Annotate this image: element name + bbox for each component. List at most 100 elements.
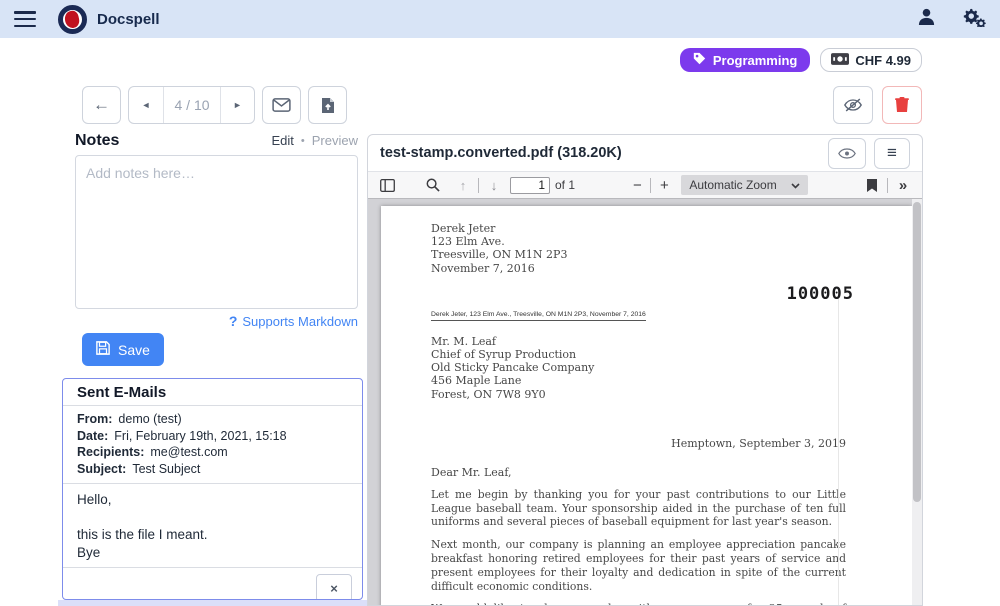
save-notes-button[interactable]: Save (82, 333, 164, 366)
sent-emails-panel: Sent E-Mails From: demo (test) Date: Fri, … (62, 378, 363, 600)
notes-input[interactable] (75, 155, 358, 309)
prev-icon: ◄ (142, 100, 151, 110)
pdfjs-toolbar: ↑ ↓ of 1 − + Automatic Zoom » (368, 172, 922, 199)
eye-icon (838, 147, 856, 160)
letter-paragraph: We would like to place an order with you… (431, 602, 846, 605)
notes-header: Notes Edit • Preview (75, 132, 358, 150)
markdown-hint-label: Supports Markdown (242, 314, 358, 329)
letter-paragraph: Next month, our company is planning an e… (431, 538, 846, 593)
money-icon (831, 53, 849, 68)
hamburger-menu-icon[interactable] (14, 11, 36, 27)
pdf-header: test-stamp.converted.pdf (318.20K) ≡ (368, 135, 922, 172)
notes-preview-tab[interactable]: Preview (312, 133, 358, 148)
pdf-scrollbar-thumb[interactable] (913, 202, 921, 502)
item-tags-row: Programming CHF 4.99 (680, 48, 922, 72)
zoom-level-label: Automatic Zoom (689, 178, 776, 192)
search-icon[interactable] (422, 174, 444, 196)
preview-button[interactable] (828, 138, 866, 169)
send-mail-button[interactable] (262, 86, 301, 124)
stamp-number: 100005 (787, 284, 854, 304)
email-subject-value: Test Subject (132, 462, 200, 476)
toolbar-more-icon[interactable]: » (892, 174, 914, 196)
item-actions (833, 86, 922, 124)
back-button[interactable]: ← (82, 86, 121, 124)
pdf-page: Derek Jeter 123 Elm Ave. Treesville, ON … (381, 206, 912, 605)
menu-lines-icon: ≡ (887, 143, 897, 163)
sidebar-toggle-icon[interactable] (376, 174, 398, 196)
email-body-line: Hello, (77, 491, 348, 509)
pdf-document-area[interactable]: Derek Jeter 123 Elm Ave. Treesville, ON … (368, 199, 922, 605)
letter-return-address-line: Derek Jeter, 123 Elm Ave., Treesville, O… (431, 311, 646, 321)
next-page-icon[interactable]: ↓ (483, 174, 505, 196)
previous-page-icon[interactable]: ↑ (452, 174, 474, 196)
add-file-button[interactable] (308, 86, 347, 124)
email-body-line (77, 509, 348, 527)
next-icon: ► (233, 100, 242, 110)
pdf-filename: test-stamp.converted.pdf (318.20K) (380, 145, 622, 161)
question-mark-icon: ? (229, 313, 238, 329)
back-arrow-icon: ← (93, 95, 110, 115)
next-item-button[interactable]: ► (220, 87, 254, 123)
letter-recipient-block: Mr. M. Leaf Chief of Syrup Production Ol… (431, 335, 846, 401)
email-recipients-row: Recipients: me@test.com (77, 444, 348, 461)
email-meta: From: demo (test) Date: Fri, February 19th… (63, 406, 362, 484)
unconfirm-button[interactable] (833, 86, 873, 124)
docspell-logo[interactable] (58, 5, 87, 34)
envelope-icon (272, 98, 291, 112)
email-recipients-label: Recipients: (77, 445, 144, 459)
delete-button[interactable] (882, 86, 922, 124)
topbar: Docspell (0, 0, 1000, 38)
email-date-row: Date: Fri, February 19th, 2021, 15:18 (77, 428, 348, 445)
notes-edit-tab[interactable]: Edit (271, 133, 293, 148)
page-crease (838, 291, 839, 605)
settings-gears-icon[interactable] (962, 7, 986, 32)
chevron-down-icon (791, 178, 800, 192)
pdf-viewer-panel: test-stamp.converted.pdf (318.20K) ≡ ↑ ↓… (367, 134, 923, 606)
bookmark-icon[interactable] (861, 174, 883, 196)
email-from-row: From: demo (test) (77, 411, 348, 428)
file-upload-icon (321, 97, 335, 114)
letter-paragraph: Let me begin by thanking you for your pa… (431, 488, 846, 529)
item-position: 4 / 10 (163, 87, 220, 123)
notes-title: Notes (75, 132, 119, 150)
page-count-label: of 1 (555, 178, 575, 192)
amount-badge[interactable]: CHF 4.99 (820, 48, 922, 72)
markdown-hint-link[interactable]: ? Supports Markdown (75, 313, 358, 329)
tag-badge-programming[interactable]: Programming (680, 48, 811, 72)
tag-label: Programming (713, 53, 798, 68)
prev-item-button[interactable]: ◄ (129, 87, 163, 123)
app-title[interactable]: Docspell (97, 11, 160, 28)
item-nav-row: ← ◄ 4 / 10 ► (82, 86, 347, 124)
floppy-save-icon (96, 341, 110, 358)
file-menu-button[interactable]: ≡ (874, 138, 910, 169)
email-from-label: From: (77, 412, 112, 426)
email-body: Hello, this is the file I meant. Bye (63, 484, 362, 568)
email-list-item-edge[interactable] (58, 600, 368, 606)
email-date-label: Date: (77, 429, 108, 443)
zoom-in-icon[interactable]: + (655, 177, 673, 194)
letter-salutation: Dear Mr. Leaf, (431, 466, 846, 479)
amount-label: CHF 4.99 (855, 53, 911, 68)
close-email-button[interactable]: × (316, 574, 352, 600)
page-number-input[interactable] (510, 177, 550, 194)
email-body-line: Bye (77, 544, 348, 562)
close-icon: × (330, 581, 338, 596)
letter-dateline: Hemptown, September 3, 2019 (431, 437, 846, 450)
zoom-out-icon[interactable]: − (628, 177, 646, 194)
email-from-value: demo (test) (118, 412, 181, 426)
pdf-scrollbar[interactable] (912, 199, 922, 605)
email-body-line: this is the file I meant. (77, 526, 348, 544)
item-pager: ◄ 4 / 10 ► (128, 86, 255, 124)
mode-separator-dot: • (301, 135, 305, 147)
eye-slash-icon (843, 97, 863, 113)
save-label: Save (118, 342, 150, 358)
email-date-value: Fri, February 19th, 2021, 15:18 (114, 429, 286, 443)
zoom-level-select[interactable]: Automatic Zoom (681, 175, 807, 195)
trash-icon (895, 97, 909, 113)
sent-emails-title: Sent E-Mails (63, 379, 362, 406)
email-subject-row: Subject:Test Subject (77, 461, 348, 478)
letter-sender-block: Derek Jeter 123 Elm Ave. Treesville, ON … (431, 222, 846, 275)
email-recipients-value: me@test.com (150, 445, 227, 459)
user-icon[interactable] (917, 7, 936, 31)
tag-icon (693, 52, 706, 68)
